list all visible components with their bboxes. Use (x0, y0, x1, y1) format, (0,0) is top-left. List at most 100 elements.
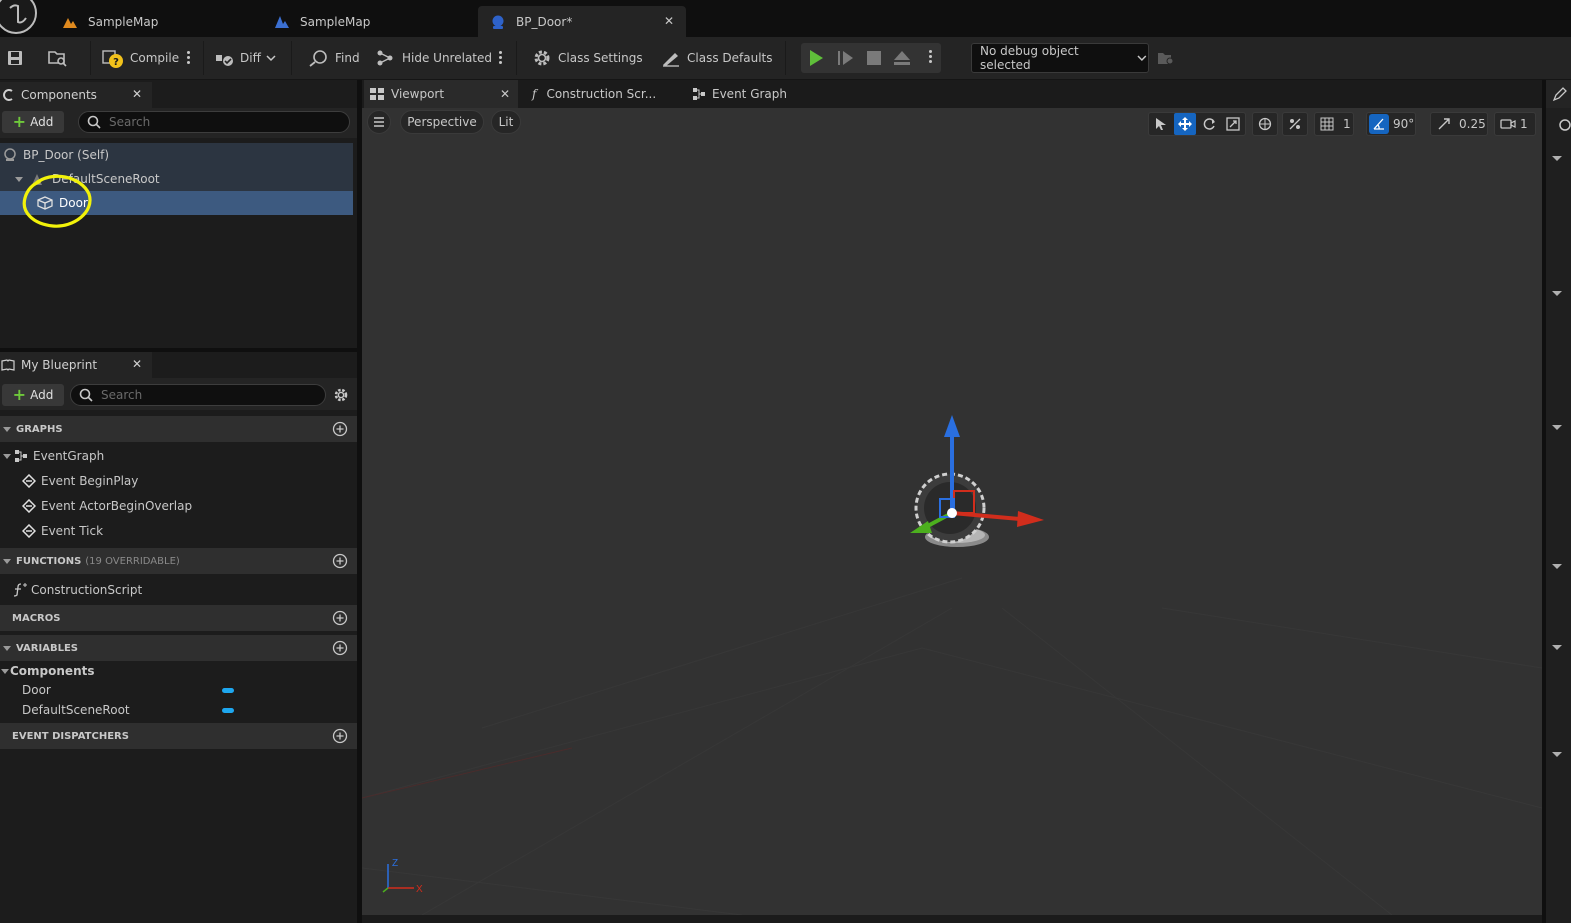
my-blueprint-search-input[interactable]: Search (70, 384, 326, 406)
tab-components[interactable]: Components ✕ (0, 82, 152, 108)
tab-viewport[interactable]: Viewport ✕ (364, 80, 518, 108)
add-macro-icon[interactable] (332, 610, 348, 626)
document-tab-bar: SampleMap SampleMap BP_Door* ✕ (0, 0, 1571, 37)
close-icon[interactable]: ✕ (664, 14, 674, 28)
grid-snap-button[interactable]: 1 (1314, 112, 1354, 136)
component-item-self[interactable]: BP_Door (Self) (0, 143, 353, 167)
scale-mode-button[interactable] (1222, 113, 1244, 135)
close-icon[interactable]: ✕ (500, 87, 510, 101)
move-icon (1178, 117, 1192, 131)
add-dispatcher-icon[interactable] (332, 728, 348, 744)
browse-button[interactable] (48, 37, 74, 79)
chevron-down-icon[interactable] (1551, 289, 1563, 299)
play-button[interactable] (807, 49, 825, 67)
play-options-button[interactable] (929, 49, 933, 65)
translate-mode-button[interactable] (1174, 113, 1196, 135)
stop-icon (867, 51, 881, 65)
camera-icon (1500, 119, 1516, 129)
save-button[interactable] (6, 37, 30, 79)
chevron-down-icon[interactable] (1551, 750, 1563, 760)
advance-frame-button[interactable] (837, 49, 855, 67)
event-dispatchers-section-header[interactable]: EVENT DISPATCHERS (0, 723, 357, 749)
tab-event-graph[interactable]: Event Graph (692, 80, 787, 108)
highlight-circle (22, 174, 92, 228)
tab-label: SampleMap (88, 14, 159, 29)
variable-item-door[interactable]: Door (22, 679, 51, 701)
add-graph-icon[interactable] (332, 421, 348, 437)
close-icon[interactable]: ✕ (132, 87, 142, 101)
collapse-arrow-icon (3, 454, 11, 459)
bottom-border (362, 915, 1542, 923)
tab-samplemap-2[interactable]: SampleMap (262, 6, 476, 37)
settings-button[interactable] (333, 387, 349, 403)
add-variable-icon[interactable] (332, 640, 348, 656)
viewport-options-button[interactable] (367, 110, 391, 134)
class-defaults-label: Class Defaults (687, 51, 773, 65)
tab-construction-script[interactable]: f Construction Scr... (532, 80, 656, 108)
svg-text:?: ? (113, 57, 119, 68)
chevron-down-icon[interactable] (1551, 643, 1563, 653)
compile-options-button[interactable] (187, 50, 191, 66)
variables-section-header[interactable]: VARIABLES (0, 635, 357, 661)
graphs-section-header[interactable]: GRAPHS (0, 416, 357, 442)
my-blueprint-title: My Blueprint (21, 358, 98, 372)
add-member-button[interactable]: + Add (2, 384, 64, 406)
tab-label: Viewport (391, 87, 445, 101)
components-search-input[interactable]: Search (78, 111, 350, 133)
event-item-tick[interactable]: Event Tick (22, 520, 103, 542)
chevron-down-icon[interactable] (1551, 423, 1563, 433)
camera-speed-button[interactable]: 1 (1494, 112, 1536, 136)
diff-label: Diff (240, 51, 261, 65)
debug-object-dropdown[interactable]: No debug object selected (971, 43, 1149, 73)
perspective-button[interactable]: Perspective (400, 110, 484, 134)
diff-button[interactable]: Diff (214, 37, 283, 79)
find-button[interactable]: Find (309, 37, 360, 79)
rotate-mode-button[interactable] (1198, 113, 1220, 135)
event-label: Event BeginPlay (41, 474, 139, 488)
diff-icon (216, 55, 233, 66)
close-icon[interactable]: ✕ (132, 357, 142, 371)
function-item-constructionscript[interactable]: ConstructionScript (12, 579, 142, 601)
view-mode-button[interactable]: Lit (491, 110, 521, 134)
hide-unrelated-options-button[interactable] (499, 50, 503, 66)
component-label: BP_Door (Self) (23, 148, 110, 162)
chevron-down-icon[interactable] (1551, 562, 1563, 572)
rotation-snap-button[interactable]: 90° (1366, 112, 1416, 136)
tab-my-blueprint[interactable]: My Blueprint ✕ (0, 352, 152, 378)
unreal-logo-icon[interactable] (0, 0, 38, 34)
variable-label: Door (22, 683, 51, 697)
chevron-down-icon (1137, 55, 1147, 62)
axis-x-label: X (416, 884, 423, 895)
stop-button[interactable] (865, 49, 883, 67)
hide-unrelated-button[interactable]: Hide Unrelated (376, 37, 492, 79)
graph-item-eventgraph[interactable]: EventGraph (0, 445, 357, 467)
variable-type-pill (222, 688, 234, 693)
surface-snapping-button[interactable] (1282, 112, 1308, 136)
compile-button[interactable]: ? Compile (102, 37, 179, 79)
details-tab[interactable] (1546, 80, 1571, 108)
add-function-icon[interactable] (332, 553, 348, 569)
details-panel-collapsed (1546, 80, 1571, 923)
event-item-beginplay[interactable]: Event BeginPlay (22, 470, 138, 492)
coordinate-system-button[interactable] (1252, 112, 1278, 136)
viewport-canvas[interactable]: Perspective Lit 1 90° 0.25 1 Z X (362, 108, 1542, 915)
tab-bp-door[interactable]: BP_Door* ✕ (478, 6, 686, 37)
plus-icon: + (12, 385, 27, 404)
event-item-actorbeginoverlap[interactable]: Event ActorBeginOverlap (22, 495, 192, 517)
details-search-icon[interactable] (1558, 118, 1571, 132)
select-mode-button[interactable] (1150, 113, 1172, 135)
eject-button[interactable] (893, 49, 911, 67)
class-settings-button[interactable]: Class Settings (532, 37, 643, 79)
variable-item-defaultsceneroot[interactable]: DefaultSceneRoot (22, 699, 130, 721)
functions-section-header[interactable]: FUNCTIONS (19 OVERRIDABLE) (0, 548, 357, 574)
add-component-button[interactable]: + Add (2, 111, 64, 133)
chevron-down-icon[interactable] (1551, 154, 1563, 164)
scale-snap-button[interactable]: 0.25 (1430, 112, 1488, 136)
debug-browse-button[interactable] (1157, 49, 1175, 67)
section-title: GRAPHS (16, 423, 63, 435)
class-defaults-button[interactable]: Class Defaults (661, 37, 772, 79)
macros-section-header[interactable]: MACROS (0, 605, 357, 631)
transform-gizmo[interactable] (902, 413, 1062, 563)
tab-samplemap-1[interactable]: SampleMap (50, 6, 260, 37)
grid-icon (1320, 117, 1334, 131)
